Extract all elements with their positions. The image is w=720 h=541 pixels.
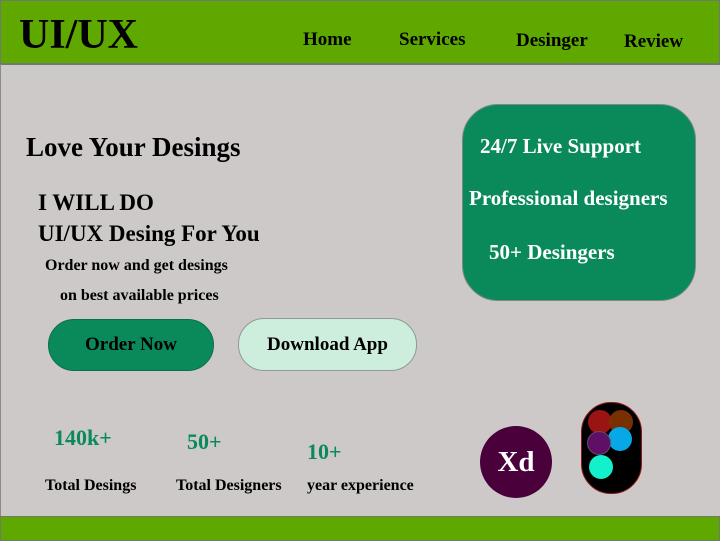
- figma-teal-circle: [589, 455, 613, 479]
- nav-review[interactable]: Review: [624, 31, 683, 53]
- stat-label-experience: year experience: [307, 477, 414, 494]
- stat-label-designers: Total Designers: [176, 477, 282, 494]
- main-left-border: [0, 64, 1, 516]
- header-bar: UI/UX Home Services Desinger Review: [0, 0, 720, 65]
- feature-designer-count: 50+ Desingers: [489, 240, 615, 264]
- nav-services[interactable]: Services: [399, 29, 465, 51]
- hero-subtext-line2: on best available prices: [60, 287, 219, 304]
- figma-blue-circle: [608, 427, 632, 451]
- stat-value-designs: 140k+: [54, 425, 112, 450]
- xd-icon-label: Xd: [497, 445, 535, 478]
- adobe-xd-icon[interactable]: Xd: [480, 426, 552, 498]
- stat-label-designs: Total Desings: [45, 477, 137, 494]
- figma-icon[interactable]: [581, 402, 642, 494]
- hero-subtext-line1: Order now and get desings: [45, 257, 228, 274]
- feature-professional-designers: Professional designers: [469, 186, 668, 210]
- hero-headline-line2: UI/UX Desing For You: [38, 221, 260, 246]
- nav-home[interactable]: Home: [303, 29, 352, 51]
- feature-live-support: 24/7 Live Support: [480, 134, 642, 158]
- footer-bar: [0, 516, 720, 541]
- hero-headline-line1: I WILL DO: [38, 190, 154, 215]
- stat-value-experience: 10+: [307, 439, 342, 464]
- nav-designer[interactable]: Desinger: [516, 30, 588, 52]
- hero-title: Love Your Desings: [26, 132, 241, 162]
- logo[interactable]: UI/UX: [19, 11, 138, 59]
- features-card: 24/7 Live Support Professional designers…: [462, 104, 696, 301]
- order-now-button[interactable]: Order Now: [48, 319, 214, 371]
- stat-value-designers: 50+: [187, 429, 222, 454]
- figma-purple-circle: [587, 431, 611, 455]
- download-app-button[interactable]: Download App: [238, 318, 417, 371]
